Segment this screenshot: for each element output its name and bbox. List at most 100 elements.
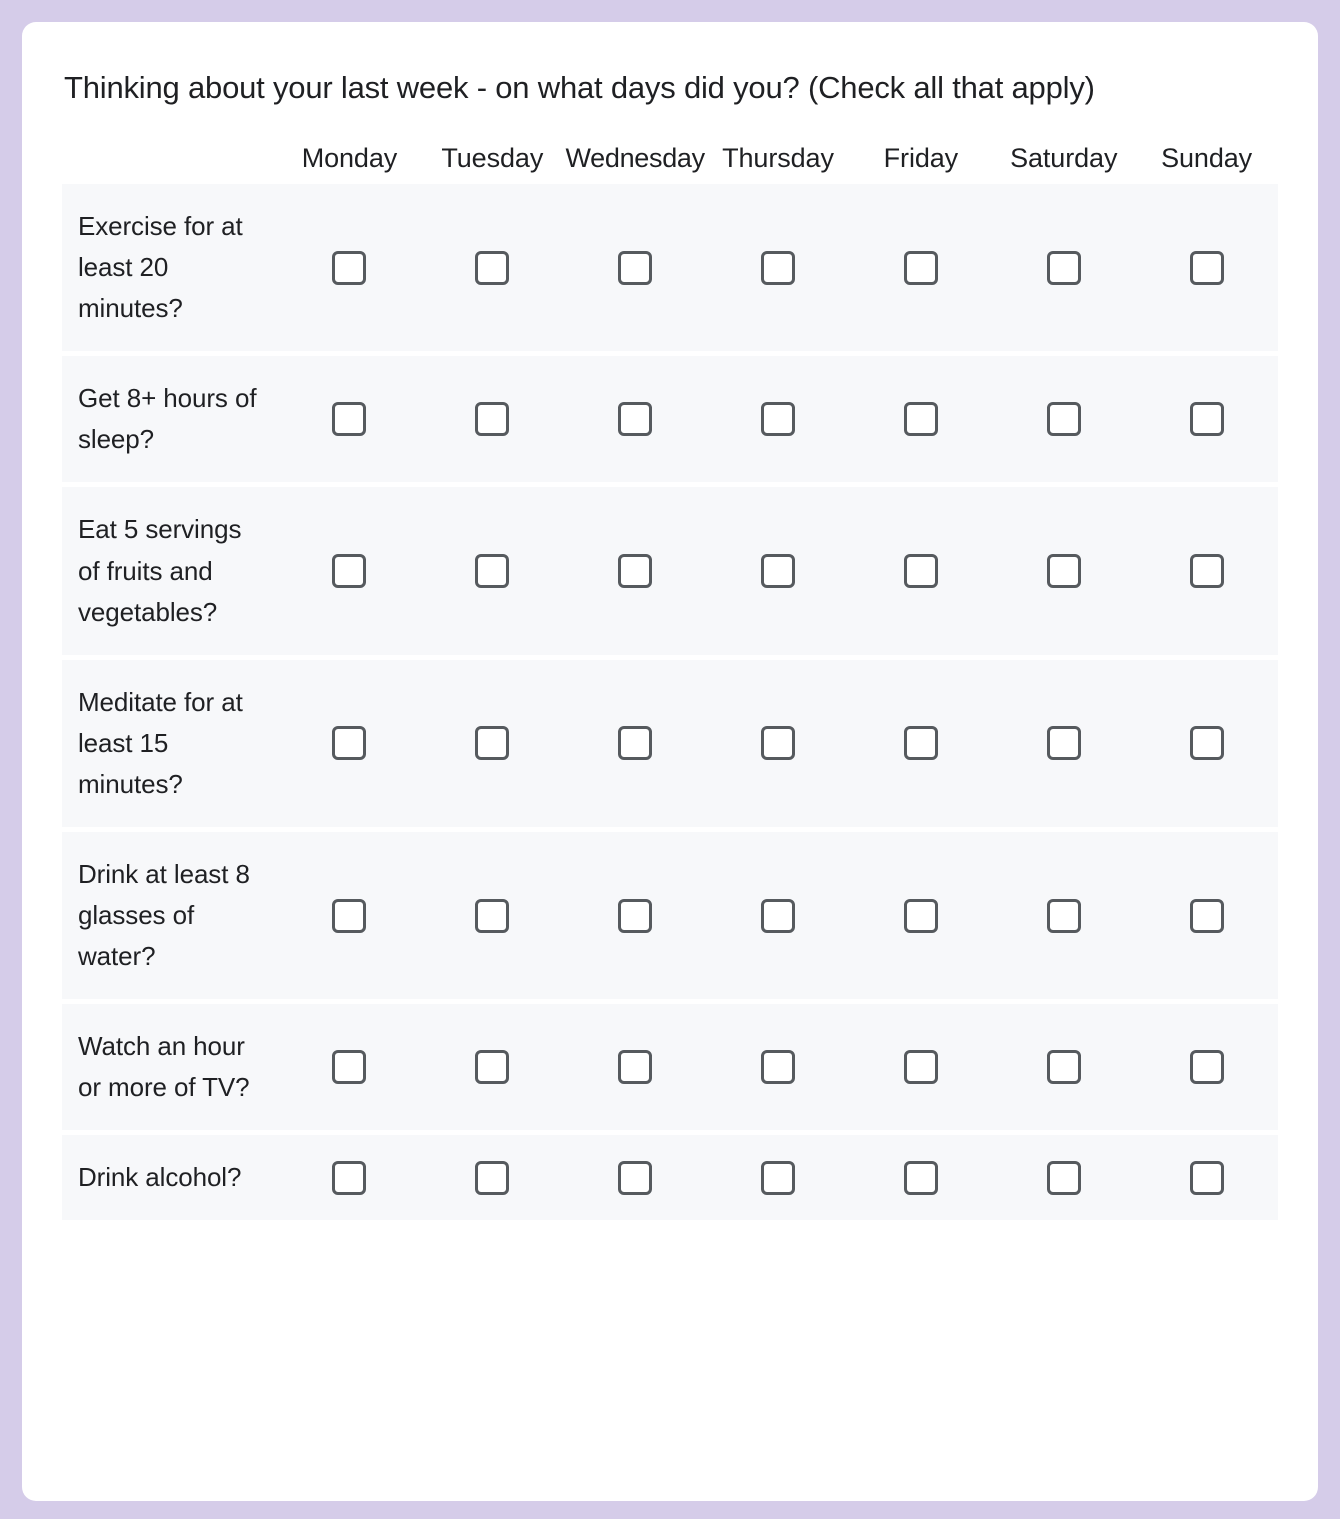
checkbox-cell[interactable] [707,660,850,827]
checkbox-cell[interactable] [1135,184,1278,351]
checkbox-cell[interactable] [849,184,992,351]
checkbox-unchecked-icon[interactable] [1046,402,1081,437]
checkbox-cell[interactable] [1135,356,1278,482]
checkbox-cell[interactable] [992,1135,1135,1220]
checkbox-unchecked-icon[interactable] [618,402,653,437]
checkbox-unchecked-icon[interactable] [903,554,938,589]
checkbox-unchecked-icon[interactable] [618,1160,653,1195]
checkbox-unchecked-icon[interactable] [332,898,367,933]
checkbox-unchecked-icon[interactable] [1189,250,1224,285]
checkbox-cell[interactable] [421,487,564,654]
checkbox-cell[interactable] [849,1004,992,1130]
checkbox-cell[interactable] [992,832,1135,999]
checkbox-cell[interactable] [278,487,421,654]
checkbox-unchecked-icon[interactable] [761,402,795,437]
checkbox-cell[interactable] [707,832,850,999]
checkbox-cell[interactable] [992,1004,1135,1130]
checkbox-unchecked-icon[interactable] [475,898,510,933]
checkbox-unchecked-icon[interactable] [1046,898,1081,933]
checkbox-unchecked-icon[interactable] [475,1160,510,1195]
checkbox-unchecked-icon[interactable] [903,250,938,285]
checkbox-cell[interactable] [564,832,707,999]
checkbox-cell[interactable] [278,1004,421,1130]
checkbox-cell[interactable] [849,660,992,827]
checkbox-cell[interactable] [992,660,1135,827]
checkbox-cell[interactable] [992,184,1135,351]
checkbox-unchecked-icon[interactable] [1046,250,1081,285]
checkbox-unchecked-icon[interactable] [903,726,938,761]
checkbox-cell[interactable] [564,660,707,827]
checkbox-unchecked-icon[interactable] [903,898,938,933]
day-header-cell: Saturday [992,142,1135,174]
checkbox-unchecked-icon[interactable] [332,726,367,761]
checkbox-unchecked-icon[interactable] [761,554,795,589]
checkbox-cell[interactable] [849,832,992,999]
checkbox-unchecked-icon[interactable] [761,1160,795,1195]
checkbox-cell[interactable] [278,184,421,351]
checkbox-cell[interactable] [707,1135,850,1220]
checkbox-unchecked-icon[interactable] [618,898,653,933]
checkbox-unchecked-icon[interactable] [1046,1160,1081,1195]
checkbox-unchecked-icon[interactable] [618,250,653,285]
checkbox-unchecked-icon[interactable] [475,726,510,761]
checkbox-unchecked-icon[interactable] [1189,554,1224,589]
checkbox-cell[interactable] [421,1135,564,1220]
checkbox-cell[interactable] [1135,832,1278,999]
checkbox-unchecked-icon[interactable] [475,402,510,437]
checkbox-unchecked-icon[interactable] [1046,1050,1081,1085]
checkbox-cell[interactable] [707,184,850,351]
checkbox-cell[interactable] [564,487,707,654]
checkbox-cell[interactable] [707,1004,850,1130]
checkbox-cell[interactable] [278,832,421,999]
checkbox-cell[interactable] [1135,487,1278,654]
checkbox-cell[interactable] [278,1135,421,1220]
checkbox-cell[interactable] [421,356,564,482]
checkbox-unchecked-icon[interactable] [618,554,653,589]
checkbox-unchecked-icon[interactable] [903,1050,938,1085]
checkbox-cell[interactable] [1135,1004,1278,1130]
checkbox-unchecked-icon[interactable] [903,402,938,437]
checkbox-cell[interactable] [849,1135,992,1220]
checkbox-cell[interactable] [1135,660,1278,827]
checkbox-unchecked-icon[interactable] [475,1050,510,1085]
checkbox-cell[interactable] [421,832,564,999]
checkbox-cell[interactable] [564,1004,707,1130]
checkbox-unchecked-icon[interactable] [475,554,510,589]
checkbox-cell[interactable] [564,1135,707,1220]
checkbox-unchecked-icon[interactable] [332,250,367,285]
checkbox-cell[interactable] [278,356,421,482]
checkbox-unchecked-icon[interactable] [761,898,795,933]
checkbox-cell[interactable] [992,487,1135,654]
checkbox-unchecked-icon[interactable] [332,1160,367,1195]
checkbox-cell[interactable] [992,356,1135,482]
checkbox-unchecked-icon[interactable] [1189,402,1224,437]
checkbox-cell[interactable] [421,184,564,351]
checkbox-cell[interactable] [707,487,850,654]
checkbox-unchecked-icon[interactable] [1189,1050,1224,1085]
checkbox-unchecked-icon[interactable] [332,1050,367,1085]
checkbox-cell[interactable] [849,356,992,482]
checkbox-unchecked-icon[interactable] [1046,726,1081,761]
checkbox-unchecked-icon[interactable] [332,402,367,437]
checkbox-unchecked-icon[interactable] [1189,898,1224,933]
day-header-label: Tuesday [441,142,544,173]
checkbox-cell[interactable] [421,660,564,827]
checkbox-cell[interactable] [707,356,850,482]
checkbox-unchecked-icon[interactable] [475,250,510,285]
checkbox-unchecked-icon[interactable] [1046,554,1081,589]
checkbox-unchecked-icon[interactable] [761,1050,795,1085]
checkbox-cell[interactable] [564,184,707,351]
checkbox-unchecked-icon[interactable] [903,1160,938,1195]
checkbox-cell[interactable] [849,487,992,654]
checkbox-cell[interactable] [421,1004,564,1130]
checkbox-unchecked-icon[interactable] [618,1050,653,1085]
checkbox-cell[interactable] [278,660,421,827]
checkbox-unchecked-icon[interactable] [618,726,653,761]
checkbox-unchecked-icon[interactable] [332,554,367,589]
checkbox-unchecked-icon[interactable] [1189,726,1224,761]
checkbox-unchecked-icon[interactable] [761,250,795,285]
checkbox-unchecked-icon[interactable] [1189,1160,1224,1195]
checkbox-cell[interactable] [564,356,707,482]
checkbox-cell[interactable] [1135,1135,1278,1220]
checkbox-unchecked-icon[interactable] [761,726,795,761]
